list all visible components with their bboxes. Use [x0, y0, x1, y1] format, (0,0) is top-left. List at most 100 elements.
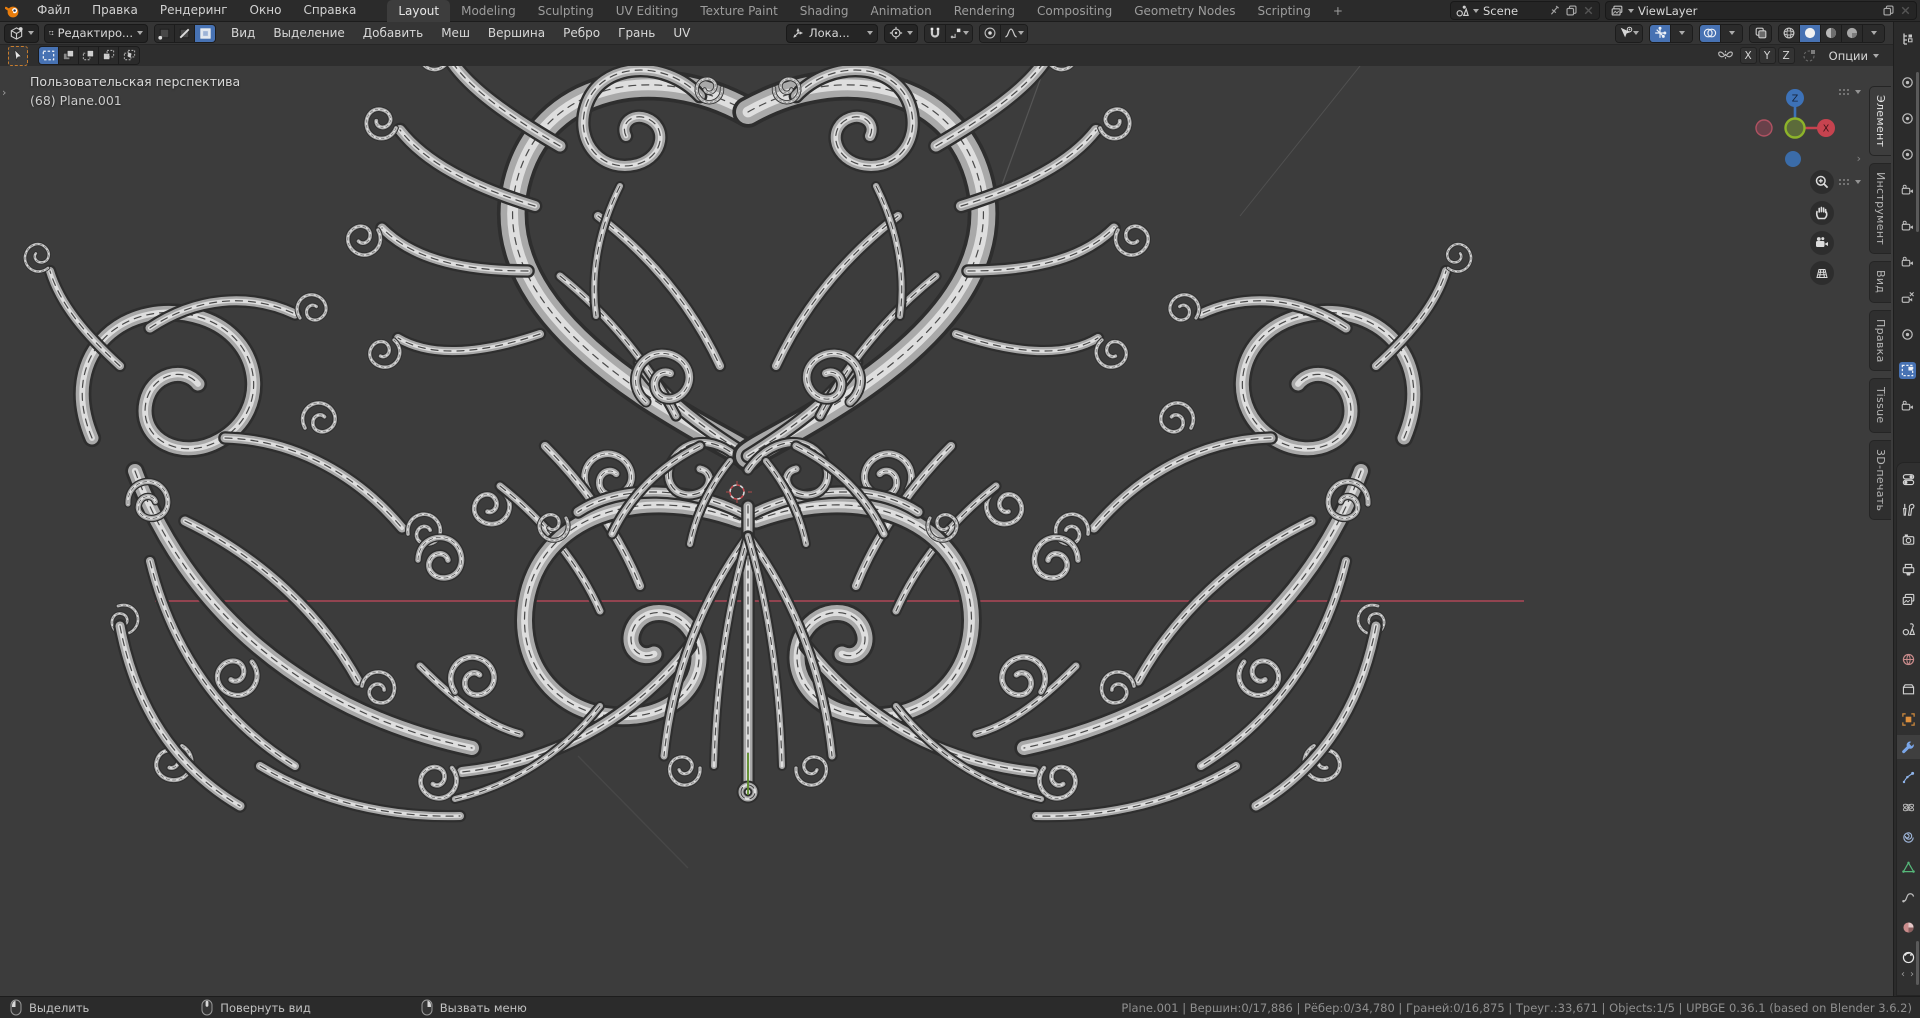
menu-render[interactable]: Рендеринг [149, 0, 239, 21]
sidebar-tab-item[interactable]: Элемент [1869, 86, 1891, 157]
outliner-object-icon[interactable] [1899, 146, 1916, 163]
pivot-point-selector[interactable] [884, 23, 918, 43]
select-new-button[interactable] [59, 47, 79, 64]
snap-projection-icon[interactable] [1801, 48, 1817, 64]
editor-type-selector[interactable] [4, 23, 39, 43]
menu-view[interactable]: Вид [222, 23, 264, 44]
viewport-3d[interactable]: Пользовательская перспектива (68) Plane.… [0, 66, 1893, 996]
xray-toggle[interactable] [1750, 24, 1771, 42]
gizmos-toggle[interactable] [1650, 24, 1671, 42]
properties-tab-scene[interactable] [1900, 621, 1917, 638]
options-dropdown[interactable]: Опции [1823, 49, 1885, 63]
tab-compositing[interactable]: Compositing [1026, 0, 1123, 22]
properties-tab-physics[interactable] [1900, 799, 1917, 816]
view-layer-selector[interactable]: ViewLayer [1605, 1, 1917, 20]
outliner-object-icon[interactable] [1899, 74, 1916, 91]
properties-tab-texture[interactable] [1900, 949, 1917, 966]
tab-layout[interactable]: Layout [387, 0, 451, 22]
snap-toggle[interactable] [925, 24, 946, 42]
sidebar-tab-3dprint[interactable]: 3D-печать [1869, 439, 1891, 520]
outliner-camera-icon[interactable] [1899, 218, 1916, 235]
properties-tab-constraints[interactable] [1900, 829, 1917, 846]
properties-tab-tool[interactable] [1900, 501, 1917, 518]
overlays-dropdown[interactable] [1721, 24, 1742, 42]
tab-modeling[interactable]: Modeling [450, 0, 527, 22]
proportional-falloff[interactable] [1001, 24, 1027, 42]
navigation-gizmo[interactable]: Z X [1740, 74, 1850, 344]
close-icon[interactable] [1899, 4, 1912, 17]
properties-tab-object[interactable] [1900, 711, 1917, 728]
menu-file[interactable]: Файл [26, 0, 81, 21]
gizmo-x-neg-axis[interactable] [1755, 119, 1773, 137]
mirror-z-button[interactable]: Z [1777, 47, 1795, 64]
menu-window[interactable]: Окно [239, 0, 293, 21]
select-intersect-button[interactable] [119, 47, 139, 64]
copy-icon[interactable] [1565, 4, 1578, 17]
properties-tab-view-layer[interactable] [1900, 591, 1917, 608]
select-subtract-button[interactable] [99, 47, 119, 64]
sidebar-tab-tool[interactable]: Инструмент [1869, 163, 1891, 255]
outliner-object-icon[interactable] [1899, 326, 1916, 343]
menu-vertex[interactable]: Вершина [479, 23, 554, 44]
outliner-editor-icon[interactable] [1899, 30, 1916, 47]
shading-material-button[interactable] [1821, 24, 1842, 42]
menu-uv[interactable]: UV [664, 23, 699, 44]
mirror-y-button[interactable]: Y [1758, 47, 1776, 64]
properties-tab-world[interactable] [1900, 651, 1917, 668]
tab-texture-paint[interactable]: Texture Paint [689, 0, 788, 22]
chevron-left-icon[interactable]: ‹ [1901, 969, 1905, 980]
select-mode-vertex-button[interactable] [155, 24, 175, 42]
axis-gizmo[interactable]: Z X [1755, 89, 1835, 167]
snap-settings[interactable] [946, 24, 972, 42]
scene-selector[interactable]: Scene [1450, 1, 1600, 20]
select-set-button[interactable] [39, 47, 59, 64]
add-workspace-button[interactable]: + [1322, 0, 1354, 22]
gizmo-y-axis[interactable] [1784, 117, 1806, 139]
tab-animation[interactable]: Animation [860, 0, 943, 22]
copy-icon[interactable] [1882, 4, 1895, 17]
transform-orientation-selector[interactable]: Лока... [786, 23, 878, 43]
show-object-types-dropdown[interactable] [1616, 24, 1642, 42]
tab-uv-editing[interactable]: UV Editing [605, 0, 690, 22]
properties-tab-render[interactable] [1900, 531, 1917, 548]
menu-select[interactable]: Выделение [264, 23, 353, 44]
properties-tab-shapekeys[interactable] [1900, 889, 1917, 906]
tab-scripting[interactable]: Scripting [1246, 0, 1321, 22]
active-tool-button[interactable] [8, 45, 28, 66]
overlays-toggle[interactable] [1700, 24, 1721, 42]
select-mode-face-button[interactable] [195, 24, 215, 42]
properties-tab-data[interactable] [1900, 859, 1917, 876]
pin-icon[interactable] [1548, 4, 1561, 17]
mirror-x-button[interactable]: X [1739, 47, 1757, 64]
sidebar-tab-view[interactable]: Вид [1869, 261, 1891, 303]
outliner-camera-icon[interactable] [1899, 182, 1916, 199]
properties-scrollbar[interactable] [1916, 941, 1919, 985]
properties-toggle-icon[interactable] [1900, 471, 1917, 488]
tab-shading[interactable]: Shading [789, 0, 860, 22]
menu-face[interactable]: Грань [609, 23, 664, 44]
outliner-object-icon[interactable] [1899, 110, 1916, 127]
menu-edge[interactable]: Ребро [554, 23, 609, 44]
chevron-right-icon[interactable]: › [1910, 969, 1914, 980]
outliner-camera-icon[interactable] [1899, 254, 1916, 271]
mode-selector[interactable]: Редактиро... [44, 23, 148, 43]
outliner-camera-icon[interactable] [1899, 398, 1916, 415]
menu-add[interactable]: Добавить [354, 23, 432, 44]
menu-mesh[interactable]: Меш [432, 23, 479, 44]
shading-rendered-button[interactable] [1842, 24, 1863, 42]
outliner-camera-muted-icon[interactable] [1899, 290, 1916, 307]
tab-sculpting[interactable]: Sculpting [527, 0, 605, 22]
shading-dropdown[interactable] [1863, 24, 1884, 42]
blender-logo-icon[interactable] [0, 3, 26, 19]
outliner-selected-item[interactable] [1899, 362, 1916, 379]
shading-solid-button[interactable] [1800, 24, 1821, 42]
properties-tab-particles[interactable] [1900, 769, 1917, 786]
menu-edit[interactable]: Правка [81, 0, 149, 21]
shading-wireframe-button[interactable] [1779, 24, 1800, 42]
panel-handle[interactable]: › [1857, 152, 1861, 165]
select-extend-button[interactable] [79, 47, 99, 64]
proportional-edit-toggle[interactable] [980, 24, 1001, 42]
properties-tab-collection[interactable] [1900, 681, 1917, 698]
tab-geometry-nodes[interactable]: Geometry Nodes [1123, 0, 1246, 22]
tab-rendering[interactable]: Rendering [943, 0, 1026, 22]
